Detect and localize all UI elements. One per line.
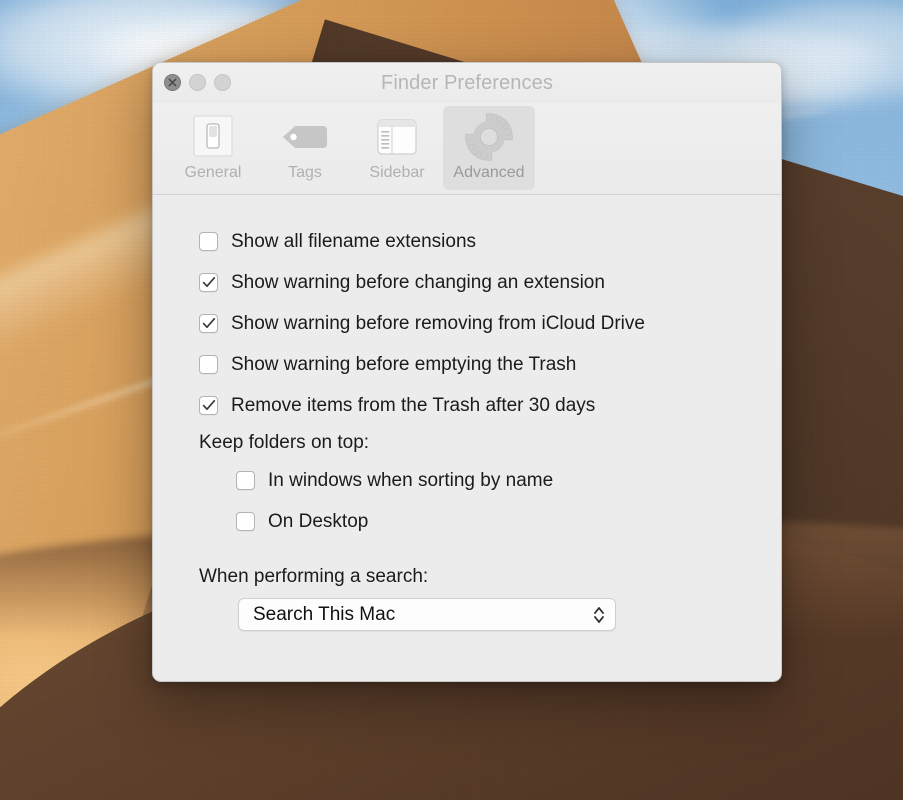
finder-preferences-window: Finder Preferences General Tags Sidebar …: [152, 62, 782, 682]
search-scope-value: Search This Mac: [253, 603, 396, 625]
option-row[interactable]: Show warning before removing from iCloud…: [153, 303, 781, 344]
checkbox-show-warning-removing-icloud[interactable]: [199, 314, 218, 333]
advanced-pane: Show all filename extensions Show warnin…: [153, 195, 781, 680]
option-label: Show warning before removing from iCloud…: [231, 312, 645, 334]
tab-sidebar-label: Sidebar: [369, 164, 425, 181]
option-label: On Desktop: [268, 510, 369, 532]
option-label: Remove items from the Trash after 30 day…: [231, 394, 596, 416]
zoom-button[interactable]: [214, 74, 231, 91]
search-scope-wrap: Search This Mac: [153, 588, 781, 631]
checkmark-icon: [202, 276, 215, 288]
general-switch-icon: [191, 112, 235, 162]
checkbox-remove-items-trash-30-days[interactable]: [199, 396, 218, 415]
tab-tags[interactable]: Tags: [259, 106, 351, 190]
tab-general-label: General: [184, 164, 242, 181]
option-row[interactable]: On Desktop: [153, 501, 781, 542]
tag-icon: [279, 112, 331, 162]
checkbox-show-warning-emptying-trash[interactable]: [199, 355, 218, 374]
tab-tags-label: Tags: [288, 164, 322, 181]
chevron-up-down-icon: [594, 606, 604, 623]
option-row[interactable]: Show warning before changing an extensio…: [153, 262, 781, 303]
option-label: In windows when sorting by name: [268, 469, 554, 491]
option-label: Show warning before emptying the Trash: [231, 353, 577, 375]
option-row[interactable]: Show warning before emptying the Trash: [153, 344, 781, 385]
traffic-light-group: [164, 74, 231, 91]
search-scope-dropdown[interactable]: Search This Mac: [238, 598, 616, 631]
when-performing-search-label: When performing a search:: [199, 566, 429, 587]
checkbox-show-all-filename-extensions[interactable]: [199, 232, 218, 251]
option-label: Show all filename extensions: [231, 230, 477, 252]
option-row[interactable]: Remove items from the Trash after 30 day…: [153, 385, 781, 426]
window-title: Finder Preferences: [381, 72, 553, 94]
checkbox-in-windows-when-sorting-by-name[interactable]: [236, 471, 255, 490]
checkmark-icon: [202, 317, 215, 329]
checkmark-icon: [202, 399, 215, 411]
tab-sidebar[interactable]: Sidebar: [351, 106, 443, 190]
window-titlebar: Finder Preferences: [153, 63, 781, 103]
option-label: Show warning before changing an extensio…: [231, 271, 605, 293]
checkbox-on-desktop[interactable]: [236, 512, 255, 531]
sidebar-icon: [374, 112, 420, 162]
keep-folders-on-top-label: Keep folders on top:: [199, 432, 370, 453]
minimize-button[interactable]: [189, 74, 206, 91]
option-row[interactable]: Show all filename extensions: [153, 221, 781, 262]
checkbox-show-warning-changing-extension[interactable]: [199, 273, 218, 292]
gear-icon: [464, 112, 514, 162]
option-row[interactable]: In windows when sorting by name: [153, 460, 781, 501]
preferences-toolbar: General Tags Sidebar Advanced: [153, 103, 781, 195]
close-icon: [168, 78, 177, 87]
tab-advanced-label: Advanced: [453, 164, 525, 181]
close-button[interactable]: [164, 74, 181, 91]
tab-general[interactable]: General: [167, 106, 259, 190]
tab-advanced[interactable]: Advanced: [443, 106, 535, 190]
